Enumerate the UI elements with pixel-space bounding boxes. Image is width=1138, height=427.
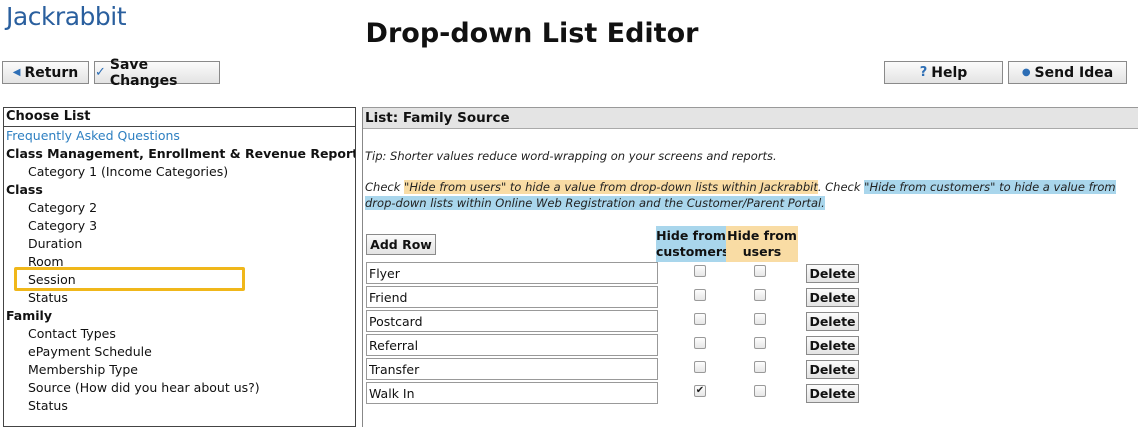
hide-from-users-checkbox[interactable]	[754, 385, 766, 397]
help-button[interactable]: ? Help	[884, 61, 1003, 84]
faq-link[interactable]: Frequently Asked Questions	[4, 127, 355, 145]
list-item[interactable]: Room	[4, 253, 355, 271]
choose-list-items: Frequently Asked Questions Class Manageme…	[4, 127, 355, 415]
add-row-button[interactable]: Add Row	[366, 234, 436, 255]
list-group-heading: Class	[6, 182, 43, 197]
table-row: Delete	[366, 334, 1126, 356]
hide-from-customers-checkbox[interactable]	[694, 265, 706, 277]
save-changes-button[interactable]: ✓ Save Changes	[94, 57, 220, 89]
delete-button[interactable]: Delete	[806, 288, 859, 307]
list-item[interactable]: Category 2	[4, 199, 355, 217]
save-changes-label: Save Changes	[109, 56, 178, 89]
hide-from-users-checkbox[interactable]	[754, 337, 766, 349]
hide-users-instruction: "Hide from users" to hide a value from d…	[404, 180, 818, 194]
delete-button[interactable]: Delete	[806, 312, 859, 331]
hide-from-users-checkbox[interactable]	[754, 361, 766, 373]
delete-button[interactable]: Delete	[806, 264, 859, 283]
list-item[interactable]: Duration	[4, 235, 355, 253]
table-row: Delete	[366, 262, 1126, 284]
hide-instructions: Check "Hide from users" to hide a value …	[365, 179, 1135, 211]
table-row: Delete	[366, 286, 1126, 308]
instructions-middle: . Check	[817, 180, 865, 194]
send-idea-button[interactable]: ● Send Idea	[1008, 61, 1127, 84]
hide-from-users-checkbox[interactable]	[754, 289, 766, 301]
value-input[interactable]	[366, 262, 658, 284]
table-row: Delete	[366, 310, 1126, 332]
hide-from-customers-checkbox[interactable]	[694, 361, 706, 373]
list-group-heading: Family	[6, 308, 52, 323]
help-label: Help	[931, 64, 968, 81]
list-item[interactable]: Contact Types	[4, 325, 355, 343]
hide-from-customers-checkbox[interactable]	[694, 289, 706, 301]
send-idea-label: Send Idea	[1034, 64, 1114, 81]
hide-from-customers-header: Hide from customers	[656, 226, 729, 262]
table-row: ✔ Delete	[366, 382, 1126, 404]
list-editor-panel: List: Family Source Tip: Shorter values …	[362, 107, 1138, 427]
value-input[interactable]	[366, 358, 658, 380]
return-label: Return	[24, 64, 79, 81]
list-item[interactable]: Status	[4, 397, 355, 415]
list-item[interactable]: Session	[4, 271, 355, 289]
question-icon: ?	[919, 65, 928, 80]
hide-from-users-checkbox[interactable]	[754, 265, 766, 277]
hide-from-users-checkbox[interactable]	[754, 313, 766, 325]
instructions-prefix: Check	[365, 180, 405, 194]
hide-from-customers-checkbox[interactable]	[694, 337, 706, 349]
delete-button[interactable]: Delete	[806, 360, 859, 379]
value-input[interactable]	[366, 382, 658, 404]
tip-text: Tip: Shorter values reduce word-wrapping…	[365, 149, 777, 163]
hide-from-customers-checkbox[interactable]	[694, 313, 706, 325]
delete-button[interactable]: Delete	[806, 384, 859, 403]
value-input[interactable]	[366, 286, 658, 308]
value-input[interactable]	[366, 310, 658, 332]
table-row: Delete	[366, 358, 1126, 380]
value-input[interactable]	[366, 334, 658, 356]
list-item[interactable]: Category 3	[4, 217, 355, 235]
lightbulb-icon: ●	[1021, 67, 1031, 78]
checkmark-icon: ✓	[95, 65, 106, 80]
choose-list-panel: Choose List Frequently Asked Questions Cl…	[3, 107, 356, 427]
page-title: Drop-down List Editor	[365, 18, 699, 49]
hide-from-users-header: Hide from users	[726, 226, 798, 262]
list-item[interactable]: Status	[4, 289, 355, 307]
list-item[interactable]: Membership Type	[4, 361, 355, 379]
list-title: List: Family Source	[363, 107, 1138, 129]
list-item[interactable]: ePayment Schedule	[4, 343, 355, 361]
choose-list-header: Choose List	[4, 108, 355, 127]
list-item[interactable]: Source (How did you hear about us?)	[4, 379, 355, 397]
delete-button[interactable]: Delete	[806, 336, 859, 355]
list-item[interactable]: Category 1 (Income Categories)	[4, 163, 355, 181]
triangle-left-icon: ◀	[12, 67, 21, 78]
hide-from-customers-checkbox[interactable]: ✔	[694, 385, 706, 397]
list-group-heading: Class Management, Enrollment & Revenue R…	[6, 146, 356, 161]
return-button[interactable]: ◀ Return	[2, 61, 89, 84]
